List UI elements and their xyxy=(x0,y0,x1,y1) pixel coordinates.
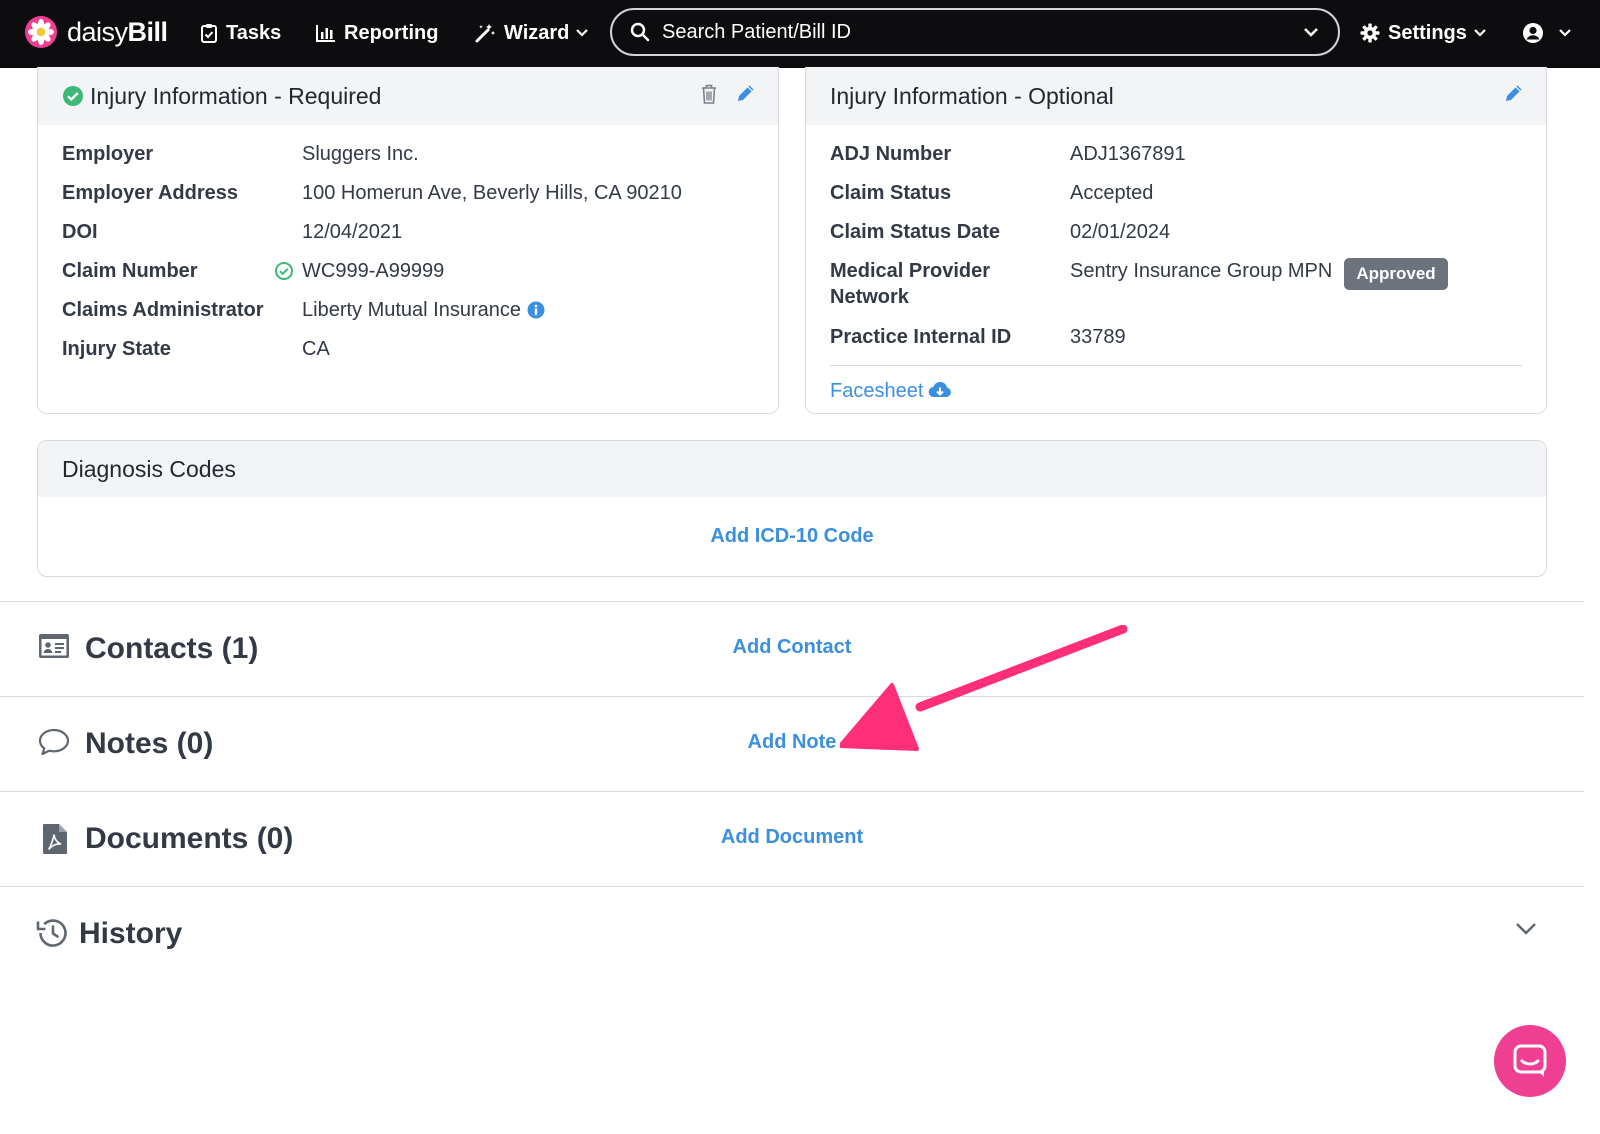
history-section[interactable]: History xyxy=(0,886,1584,981)
chevron-down-icon[interactable] xyxy=(1514,921,1538,937)
section-title: History xyxy=(79,917,183,950)
chevron-down-icon xyxy=(576,29,589,37)
claim-status-row: Claim Status Accepted xyxy=(830,174,1522,213)
info-circle-icon[interactable] xyxy=(527,301,545,319)
check-circle-outline-icon xyxy=(275,262,293,280)
card-title: Injury Information - Optional xyxy=(830,82,1114,109)
row-label: DOI xyxy=(62,221,98,243)
chat-icon xyxy=(1513,1044,1547,1077)
magic-wand-icon xyxy=(475,24,495,43)
card-header: Diagnosis Codes xyxy=(38,441,1546,497)
claims-administrator-link[interactable]: Liberty Mutual Insurance xyxy=(302,297,521,323)
cloud-download-icon[interactable] xyxy=(928,381,952,399)
row-label: Claim Status Date xyxy=(830,221,1001,243)
card-body: Employer Sluggers Inc. Employer Address … xyxy=(38,125,778,369)
row-label: Employer xyxy=(62,143,154,165)
diagnosis-codes-card: Diagnosis Codes Add ICD-10 Code xyxy=(37,440,1547,577)
mpn-row: Medical Provider Network Sentry Insuranc… xyxy=(830,252,1522,318)
nav-tasks[interactable]: Tasks xyxy=(200,18,281,48)
add-document-link[interactable]: Add Document xyxy=(721,826,863,848)
claim-number-row: Claim Number WC999-A99999 xyxy=(62,252,754,291)
chat-launcher-button[interactable] xyxy=(1494,1025,1566,1097)
card-title: Injury Information - Required xyxy=(90,82,382,109)
annotation-arrow-icon xyxy=(840,625,1128,751)
card-body: Add ICD-10 Code xyxy=(38,497,1546,576)
nav-reporting-label: Reporting xyxy=(344,21,439,44)
row-value: Accepted xyxy=(1070,182,1154,204)
row-value: 100 Homerun Ave, Beverly Hills, CA 90210 xyxy=(302,182,682,204)
check-circle-icon xyxy=(63,86,83,106)
employer-row: Employer Sluggers Inc. xyxy=(62,135,754,174)
nav-settings[interactable]: Settings xyxy=(1360,18,1487,48)
card-title: Diagnosis Codes xyxy=(62,455,236,482)
row-value: WC999-A99999 xyxy=(302,260,445,282)
adj-number-row: ADJ Number ADJ1367891 xyxy=(830,135,1522,174)
claims-administrator-row: Claims Administrator Liberty Mutual Insu… xyxy=(62,291,754,330)
row-value: CA xyxy=(302,338,330,360)
practice-internal-id-row: Practice Internal ID 33789 xyxy=(830,318,1522,357)
facesheet-link[interactable]: Facesheet xyxy=(830,378,923,404)
chevron-down-icon xyxy=(1559,29,1571,37)
row-label: Claims Administrator xyxy=(62,299,264,321)
card-header: Injury Information - Required xyxy=(38,67,778,125)
search-icon xyxy=(630,22,650,42)
employer-address-row: Employer Address 100 Homerun Ave, Beverl… xyxy=(62,174,754,213)
row-value: 12/04/2021 xyxy=(302,221,403,243)
chevron-down-icon xyxy=(1474,29,1486,37)
bar-chart-icon xyxy=(316,25,335,42)
chevron-down-icon[interactable] xyxy=(1302,23,1320,41)
brand[interactable]: daisyBill xyxy=(24,14,168,50)
brand-name: daisyBill xyxy=(67,16,168,47)
facesheet-row: Facesheet xyxy=(830,366,1522,405)
injury-optional-card: Injury Information - Optional ADJ Number… xyxy=(805,67,1547,414)
history-icon xyxy=(36,919,67,947)
injury-required-card: Injury Information - Required Employer S… xyxy=(37,67,779,414)
trash-icon[interactable] xyxy=(700,83,718,105)
documents-section: Documents (0) Add Document xyxy=(0,791,1584,886)
row-value: 33789 xyxy=(1070,326,1126,348)
daisy-logo-icon xyxy=(25,16,57,48)
status-badge: Approved xyxy=(1344,258,1448,290)
nav-reporting[interactable]: Reporting xyxy=(316,18,438,48)
pencil-icon[interactable] xyxy=(1504,83,1524,103)
nav-wizard[interactable]: Wizard xyxy=(474,18,589,48)
mpn-link[interactable]: Sentry Insurance Group MPN xyxy=(1070,258,1332,284)
gear-icon xyxy=(1360,23,1380,43)
doi-row: DOI 12/04/2021 xyxy=(62,213,754,252)
row-label: Medical Provider Network xyxy=(830,260,991,308)
nav-wizard-label: Wizard xyxy=(504,21,570,44)
card-body: ADJ Number ADJ1367891 Claim Status Accep… xyxy=(806,125,1546,405)
nav-settings-label: Settings xyxy=(1388,21,1467,44)
notes-section: Notes (0) Add Note xyxy=(0,696,1584,791)
add-icd10-code-link[interactable]: Add ICD-10 Code xyxy=(710,525,873,548)
row-label: Practice Internal ID xyxy=(830,326,1012,348)
add-note-link[interactable]: Add Note xyxy=(748,731,837,753)
search-input[interactable] xyxy=(662,20,1282,44)
user-menu[interactable] xyxy=(1522,18,1572,48)
nav-tasks-label: Tasks xyxy=(226,21,282,44)
row-label: ADJ Number xyxy=(830,143,952,165)
pencil-icon[interactable] xyxy=(736,83,756,103)
clipboard-check-icon xyxy=(201,24,217,43)
search-bar[interactable] xyxy=(610,8,1340,56)
injury-state-row: Injury State CA xyxy=(62,330,754,369)
row-label: Claim Status xyxy=(830,182,952,204)
row-value: 02/01/2024 xyxy=(1070,221,1171,243)
user-circle-icon xyxy=(1523,23,1543,43)
row-label: Employer Address xyxy=(62,182,238,204)
add-contact-link[interactable]: Add Contact xyxy=(733,636,852,658)
row-label: Claim Number xyxy=(62,260,198,282)
row-value: ADJ1367891 xyxy=(1070,143,1186,165)
row-value: Sluggers Inc. xyxy=(302,143,419,165)
row-label: Injury State xyxy=(62,338,171,360)
contacts-section: Contacts (1) Add Contact xyxy=(0,601,1584,696)
top-navbar: daisyBill Tasks Reporting Wizard Setting… xyxy=(0,0,1600,68)
card-header: Injury Information - Optional xyxy=(806,67,1546,125)
claim-status-date-row: Claim Status Date 02/01/2024 xyxy=(830,213,1522,252)
